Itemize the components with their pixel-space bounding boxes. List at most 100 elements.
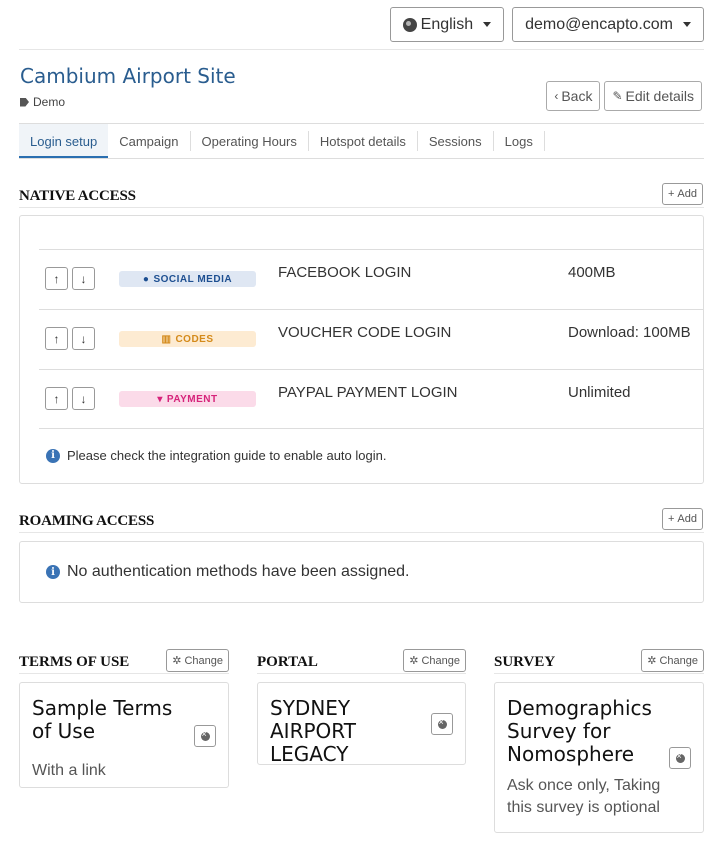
tab-operating-hours[interactable]: Operating Hours: [191, 131, 309, 151]
list-item: ↑ ↓ ▥ CODES VOUCHER CODE LOGIN Download:…: [39, 309, 703, 369]
edit-icon: ✎: [612, 89, 623, 103]
divider: [257, 673, 466, 674]
cart-icon: ▾: [157, 393, 163, 405]
payment-badge: ▾ PAYMENT: [119, 391, 256, 407]
header-actions: ‹ Back ✎ Edit details: [546, 81, 702, 111]
survey-card-title: Demographics Survey for Nomosphere: [507, 696, 652, 766]
move-down-button[interactable]: ↓: [72, 267, 95, 290]
reorder-controls: ↑ ↓: [45, 327, 95, 350]
roaming-access-panel: i No authentication methods have been as…: [19, 541, 704, 603]
user-dropdown[interactable]: demo@encapto.com: [512, 7, 704, 42]
info-icon: i: [46, 448, 60, 463]
gear-icon: ✲: [409, 655, 419, 667]
change-button-label: Change: [659, 654, 698, 667]
integration-note-text: Please check the integration guide to en…: [67, 448, 387, 463]
list-item: ↑ ↓ ● SOCIAL MEDIA FACEBOOK LOGIN 400MB: [39, 249, 703, 309]
user-email: demo@encapto.com: [525, 15, 673, 33]
badge-label: SOCIAL MEDIA: [153, 273, 233, 285]
divider: [19, 532, 704, 533]
site-tag-label: Demo: [33, 95, 66, 109]
move-up-button[interactable]: ↑: [45, 387, 68, 410]
move-up-button[interactable]: ↑: [45, 267, 68, 290]
edit-details-button[interactable]: ✎ Edit details: [604, 81, 702, 111]
change-button-label: Change: [184, 654, 223, 667]
close-icon: [200, 729, 210, 741]
badge-label: CODES: [175, 333, 214, 345]
edit-button-label: Edit details: [625, 88, 694, 104]
list-item: ↑ ↓ ▾ PAYMENT PAYPAL PAYMENT LOGIN Unlim…: [39, 369, 703, 429]
tag-icon: [20, 97, 29, 107]
divider: [19, 673, 229, 674]
method-name: FACEBOOK LOGIN: [278, 264, 412, 281]
native-methods-list: ↑ ↓ ● SOCIAL MEDIA FACEBOOK LOGIN 400MB …: [39, 249, 703, 429]
roaming-access-add-button[interactable]: + Add: [661, 508, 703, 530]
roaming-access-title: ROAMING ACCESS: [19, 513, 155, 529]
tab-logs[interactable]: Logs: [494, 131, 545, 151]
survey-change-button[interactable]: ✲ Change: [641, 649, 704, 672]
method-quota: Unlimited: [568, 384, 631, 401]
globe-icon: [402, 17, 417, 32]
divider: [19, 49, 704, 50]
chevron-down-icon: [683, 22, 691, 27]
portal-change-button[interactable]: ✲ Change: [403, 649, 466, 672]
method-name: PAYPAL PAYMENT LOGIN: [278, 384, 458, 401]
close-icon: [675, 751, 685, 763]
survey-card-subtitle: Ask once only, Taking this survey is opt…: [507, 777, 661, 816]
chevron-down-icon: [483, 22, 492, 27]
social-media-badge: ● SOCIAL MEDIA: [119, 271, 256, 287]
roaming-note-text: No authentication methods have been assi…: [67, 563, 410, 580]
page-title: Cambium Airport Site: [20, 64, 236, 88]
tab-login-setup[interactable]: Login setup: [19, 124, 109, 158]
portal-card-title: SYDNEY AIRPORT LEGACY: [270, 696, 356, 766]
tab-campaign[interactable]: Campaign: [108, 131, 191, 151]
move-down-button[interactable]: ↓: [72, 387, 95, 410]
remove-survey-button[interactable]: [669, 747, 691, 769]
add-button-label: Add: [677, 188, 697, 200]
close-icon: [437, 717, 447, 729]
info-icon: i: [46, 565, 60, 579]
codes-badge: ▥ CODES: [119, 331, 256, 347]
terms-title: TERMS OF USE: [19, 654, 130, 670]
topbar: English demo@encapto.com: [389, 7, 704, 42]
survey-card: Demographics Survey for Nomosphere Ask o…: [494, 682, 704, 833]
chevron-left-icon: ‹: [554, 89, 559, 103]
tab-hotspot-details[interactable]: Hotspot details: [309, 131, 418, 151]
portal-card: SYDNEY AIRPORT LEGACY: [257, 682, 466, 766]
change-button-label: Change: [421, 654, 460, 667]
divider: [494, 673, 704, 674]
native-access-title: NATIVE ACCESS: [19, 188, 136, 204]
plus-icon: +: [667, 188, 675, 200]
remove-portal-button[interactable]: [431, 713, 453, 735]
integration-note: i Please check the integration guide to …: [46, 448, 386, 463]
plus-icon: +: [667, 513, 675, 525]
terms-change-button[interactable]: ✲ Change: [166, 649, 229, 672]
badge-label: PAYMENT: [166, 393, 218, 405]
method-name: VOUCHER CODE LOGIN: [278, 324, 452, 341]
users-icon: ●: [142, 273, 150, 285]
gear-icon: ✲: [647, 655, 657, 667]
back-button-label: Back: [561, 88, 593, 104]
terms-card: Sample Terms of Use With a link: [19, 682, 229, 788]
tab-bar: Login setup Campaign Operating Hours Hot…: [19, 123, 704, 159]
move-up-button[interactable]: ↑: [45, 327, 68, 350]
native-access-panel: ↑ ↓ ● SOCIAL MEDIA FACEBOOK LOGIN 400MB …: [19, 215, 704, 484]
divider: [19, 207, 704, 208]
back-button[interactable]: ‹ Back: [546, 81, 601, 111]
terms-card-subtitle: With a link: [32, 762, 106, 779]
survey-title: SURVEY: [494, 654, 556, 670]
remove-terms-button[interactable]: [194, 725, 216, 747]
language-dropdown[interactable]: English: [389, 7, 505, 42]
tab-sessions[interactable]: Sessions: [418, 131, 494, 151]
method-quota: 400MB: [568, 264, 616, 281]
barcode-icon: ▥: [161, 333, 172, 345]
site-tag[interactable]: Demo: [20, 95, 65, 109]
move-down-button[interactable]: ↓: [72, 327, 95, 350]
method-quota: Download: 100MB: [568, 324, 691, 341]
language-label: English: [420, 15, 474, 33]
reorder-controls: ↑ ↓: [45, 267, 95, 290]
reorder-controls: ↑ ↓: [45, 387, 95, 410]
roaming-empty-note: i No authentication methods have been as…: [46, 563, 409, 581]
portal-title: PORTAL: [257, 654, 318, 670]
add-button-label: Add: [677, 513, 697, 525]
native-access-add-button[interactable]: + Add: [661, 183, 703, 205]
